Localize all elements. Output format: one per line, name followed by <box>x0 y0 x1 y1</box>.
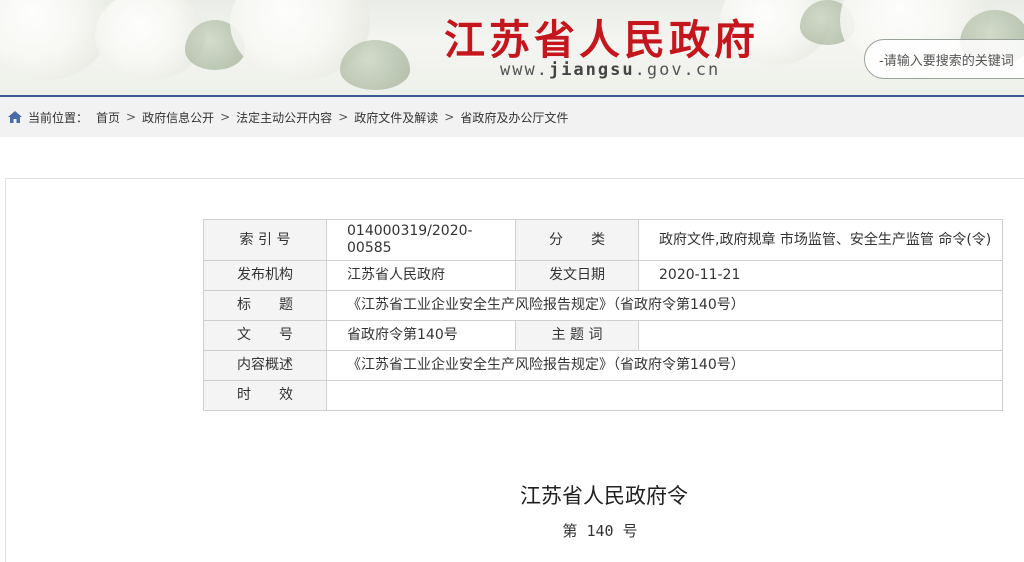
breadcrumb-separator: > <box>126 110 137 124</box>
breadcrumb-item-provincial-documents[interactable]: 省政府及办公厅文件 <box>460 109 568 126</box>
title-value: 《江苏省工业企业安全生产风险报告规定》（省政府令第140号） <box>326 290 1003 321</box>
publisher-value: 江苏省人民政府 <box>326 260 516 291</box>
decorative-leaf <box>340 40 410 90</box>
document-title: 江苏省人民政府令 <box>520 484 688 508</box>
breadcrumb-item-home[interactable]: 首页 <box>96 109 120 126</box>
table-row: 发布机构 江苏省人民政府 发文日期 2020-11-21 <box>203 260 1003 291</box>
breadcrumb-separator: > <box>444 110 455 124</box>
document-metadata-table: 索 引 号 014000319/2020-00585 分 类 政府文件,政府规章… <box>203 219 1003 411</box>
home-icon <box>8 111 22 123</box>
index-value: 014000319/2020-00585 <box>326 219 516 261</box>
table-row: 标 题 《江苏省工业企业安全生产风险报告规定》（省政府令第140号） <box>203 290 1003 321</box>
validity-value <box>326 380 1003 411</box>
index-label: 索 引 号 <box>203 219 327 261</box>
validity-label: 时 效 <box>203 380 327 411</box>
url-suffix: .gov.cn <box>634 60 721 80</box>
keyword-value <box>638 320 1003 351</box>
keyword-label: 主 题 词 <box>515 320 639 351</box>
category-value: 政府文件,政府规章 市场监管、安全生产监管 命令(令) <box>638 219 1003 261</box>
breadcrumb-item-gov-documents[interactable]: 政府文件及解读 <box>354 109 438 126</box>
breadcrumb: 当前位置： 首页 > 政府信息公开 > 法定主动公开内容 > 政府文件及解读 >… <box>0 95 1024 137</box>
date-value: 2020-11-21 <box>638 260 1003 291</box>
decorative-flower <box>0 0 110 80</box>
breadcrumb-label: 当前位置： <box>28 110 89 125</box>
date-label: 发文日期 <box>515 260 639 291</box>
site-title[interactable]: 江苏省人民政府 <box>444 6 759 66</box>
breadcrumb-item-info-disclosure[interactable]: 政府信息公开 <box>142 109 214 126</box>
summary-label: 内容概述 <box>203 350 327 381</box>
table-row: 时 效 <box>203 380 1003 411</box>
table-row: 文 号 省政府令第140号 主 题 词 <box>203 320 1003 351</box>
url-domain: jiangsu <box>548 60 635 80</box>
url-prefix: www. <box>500 60 549 80</box>
breadcrumb-item-statutory-content[interactable]: 法定主动公开内容 <box>236 109 332 126</box>
breadcrumb-separator: > <box>338 110 349 124</box>
summary-value: 《江苏省工业企业安全生产风险报告规定》（省政府令第140号） <box>326 350 1003 381</box>
search-placeholder: -请输入要搜索的关键词 <box>879 53 1014 69</box>
publisher-label: 发布机构 <box>203 260 327 291</box>
table-row: 索 引 号 014000319/2020-00585 分 类 政府文件,政府规章… <box>203 219 1003 261</box>
search-input[interactable]: -请输入要搜索的关键词 <box>864 39 1024 79</box>
table-row: 内容概述 《江苏省工业企业安全生产风险报告规定》（省政府令第140号） <box>203 350 1003 381</box>
docnum-label: 文 号 <box>203 320 327 351</box>
docnum-value: 省政府令第140号 <box>326 320 516 351</box>
title-label: 标 题 <box>203 290 327 321</box>
site-url[interactable]: www.jiangsu.gov.cn <box>500 60 720 80</box>
document-number: 第 140 号 <box>562 522 638 540</box>
site-header: 江苏省人民政府 www.jiangsu.gov.cn -请输入要搜索的关键词 <box>0 0 1024 95</box>
category-label: 分 类 <box>515 219 639 261</box>
breadcrumb-separator: > <box>220 110 231 124</box>
